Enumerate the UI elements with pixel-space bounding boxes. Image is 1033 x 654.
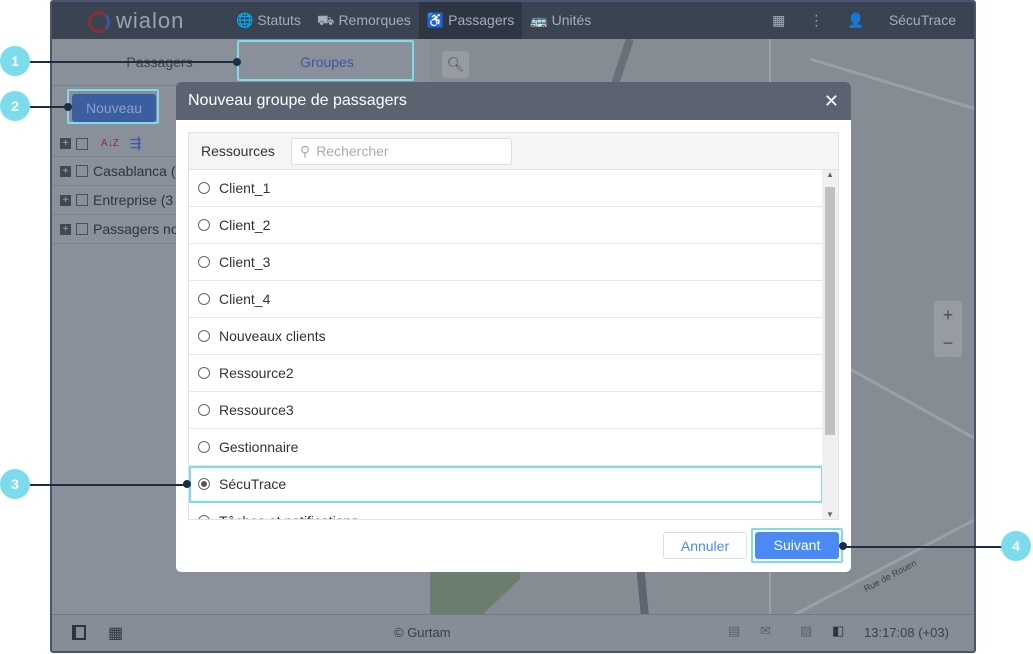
radio-button[interactable] (198, 478, 210, 490)
nav-passagers[interactable]: ♿ Passagers (418, 2, 523, 39)
user-name[interactable]: SécuTrace (889, 2, 956, 39)
search-input[interactable]: ⚲ Rechercher (290, 137, 512, 165)
resource-label: Client_4 (219, 291, 271, 307)
resource-item[interactable]: Client_4 (189, 281, 823, 318)
copyright: © Gurtam (394, 625, 451, 640)
expand-icon[interactable]: + (60, 194, 71, 206)
resource-item[interactable]: Gestionnaire (189, 429, 823, 466)
user-icon[interactable]: 👤 (847, 2, 864, 39)
radio-button[interactable] (198, 404, 210, 416)
row-checkbox[interactable] (76, 194, 88, 206)
radio-button[interactable] (198, 515, 210, 519)
search-icon: ⚲ (299, 142, 311, 159)
highlight-suivant (751, 528, 843, 563)
radio-button[interactable] (198, 256, 210, 268)
radio-button[interactable] (198, 182, 210, 194)
resource-label: Ressource3 (219, 402, 294, 418)
highlight-groupes (237, 40, 414, 81)
map-search-button[interactable]: 🔍︎ (442, 51, 469, 78)
radio-button[interactable] (198, 219, 210, 231)
apps-grid-icon[interactable]: ▦ (772, 2, 785, 39)
new-group-dialog: Nouveau groupe de passagers ✕ Ressources … (176, 82, 851, 572)
nav-statuts[interactable]: 🌐 Statuts (228, 2, 309, 39)
callout-1: 1 (0, 46, 30, 76)
nav-remorques[interactable]: ⛟ Remorques (309, 2, 419, 39)
close-icon[interactable]: ✕ (824, 82, 839, 120)
apps-grid-icon[interactable]: ▦ (108, 623, 123, 643)
cancel-button[interactable]: Annuler (663, 532, 747, 559)
logo: wialon (88, 8, 184, 34)
scrollbar-thumb[interactable] (825, 187, 835, 435)
resource-label: Gestionnaire (219, 439, 299, 455)
radio-button[interactable] (198, 330, 210, 342)
resource-label: Client_1 (219, 180, 271, 196)
layout-icon[interactable]: ◧ (832, 623, 844, 639)
row-checkbox[interactable] (76, 165, 88, 177)
resource-item[interactable]: Tâches et notifications (189, 503, 823, 519)
top-bar: wialon 🌐 Statuts ⛟ Remorques ♿ Passagers… (52, 2, 974, 39)
nav-unites[interactable]: 🚌 Unités (522, 2, 599, 39)
more-menu-icon[interactable]: ⋮ (809, 2, 823, 39)
resource-item[interactable]: Nouveaux clients (189, 318, 823, 355)
zoom-in-button[interactable]: + (934, 301, 962, 329)
resource-item[interactable]: SécuTrace (189, 466, 823, 503)
select-all-checkbox[interactable] (76, 137, 88, 150)
callout-4: 4 (1001, 531, 1031, 561)
resource-label: SécuTrace (219, 476, 287, 492)
radio-button[interactable] (198, 293, 210, 305)
resource-item[interactable]: Client_2 (189, 207, 823, 244)
zoom-out-button[interactable]: − (934, 329, 962, 357)
bottom-bar: ▦ © Gurtam ▤ ✉ ▨ ◧ 13:17:08 (+03) (52, 614, 974, 651)
clock: 13:17:08 (+03) (864, 625, 949, 640)
radio-button[interactable] (198, 441, 210, 453)
gallery-icon[interactable]: ▨ (800, 623, 812, 639)
resource-label: Nouveaux clients (219, 328, 326, 344)
resource-label: Ressource2 (219, 365, 294, 381)
highlight-nouveau (67, 89, 159, 124)
expand-all-icon[interactable]: + (60, 138, 71, 149)
sort-az-icon[interactable]: A↓Z (101, 138, 119, 149)
notifications-icon[interactable]: ▤ (728, 623, 740, 639)
resource-label: Client_3 (219, 254, 271, 270)
resources-list: Ressources ⚲ Rechercher Client_1 Client_2 C… (188, 132, 839, 520)
scrollbar[interactable]: ▲ ▼ (822, 170, 838, 519)
resource-item[interactable]: Client_1 (189, 170, 823, 207)
radio-button[interactable] (198, 367, 210, 379)
resource-item[interactable]: Ressource3 (189, 392, 823, 429)
resource-item[interactable]: Client_3 (189, 244, 823, 281)
resource-label: Tâches et notifications (219, 513, 358, 519)
resource-label: Client_2 (219, 217, 271, 233)
callout-2: 2 (0, 91, 30, 121)
messages-icon[interactable]: ✉ (760, 623, 771, 639)
resources-label: Ressources (201, 143, 275, 159)
expand-icon[interactable]: + (60, 165, 71, 177)
main-nav: 🌐 Statuts ⛟ Remorques ♿ Passagers 🚌 Unit… (228, 2, 599, 39)
panel-toggle-icon[interactable] (72, 625, 86, 640)
row-checkbox[interactable] (76, 223, 88, 235)
resource-item[interactable]: Ressource2 (189, 355, 823, 392)
expand-icon[interactable]: + (60, 223, 71, 235)
dialog-title: Nouveau groupe de passagers (188, 92, 407, 109)
callout-3: 3 (0, 469, 30, 499)
hierarchy-icon[interactable]: ⇶ (130, 135, 142, 152)
